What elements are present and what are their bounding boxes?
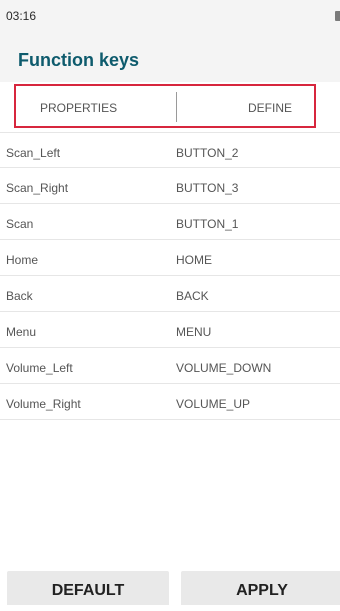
list-item-home[interactable]: Home HOME	[0, 240, 340, 276]
key-definition: VOLUME_DOWN	[176, 361, 272, 375]
key-definition: BUTTON_2	[176, 146, 239, 160]
app-bar: Function keys	[0, 32, 340, 82]
page-title: Function keys	[18, 50, 140, 70]
key-name: Scan_Left	[6, 146, 61, 160]
table-header: PROPERTIES DEFINE	[0, 82, 340, 132]
key-definition: BACK	[176, 289, 209, 303]
key-definition: VOLUME_UP	[176, 397, 251, 411]
key-definition: HOME	[176, 253, 212, 267]
status-time: 03:16	[6, 9, 37, 23]
battery-icon	[335, 11, 340, 21]
list-item-scan-right[interactable]: Scan_Right BUTTON_3	[0, 168, 340, 204]
function-key-list: Scan_Left BUTTON_2 Scan_Right BUTTON_3 S…	[0, 132, 340, 420]
key-name: Home	[6, 253, 39, 267]
key-definition: BUTTON_3	[176, 181, 239, 195]
bottom-action-bar: DEFAULT APPLY	[0, 571, 340, 605]
header-define: DEFINE	[248, 101, 293, 115]
list-item-back[interactable]: Back BACK	[0, 276, 340, 312]
list-item-menu[interactable]: Menu MENU	[0, 312, 340, 348]
list-item-scan-left[interactable]: Scan_Left BUTTON_2	[0, 132, 340, 168]
key-name: Back	[6, 289, 33, 303]
list-item-scan[interactable]: Scan BUTTON_1	[0, 204, 340, 240]
list-item-volume-right[interactable]: Volume_Right VOLUME_UP	[0, 384, 340, 420]
key-name: Scan_Right	[6, 181, 69, 195]
header-divider	[176, 92, 177, 122]
key-definition: BUTTON_1	[176, 217, 239, 231]
status-bar: 03:16	[0, 0, 340, 32]
key-name: Scan	[6, 217, 34, 231]
key-name: Volume_Left	[6, 361, 73, 375]
apply-button[interactable]: APPLY	[181, 571, 340, 605]
key-definition: MENU	[176, 325, 212, 339]
key-name: Menu	[6, 325, 37, 339]
default-button[interactable]: DEFAULT	[7, 571, 169, 605]
list-item-volume-left[interactable]: Volume_Left VOLUME_DOWN	[0, 348, 340, 384]
key-name: Volume_Right	[6, 397, 81, 411]
header-properties: PROPERTIES	[40, 101, 118, 115]
